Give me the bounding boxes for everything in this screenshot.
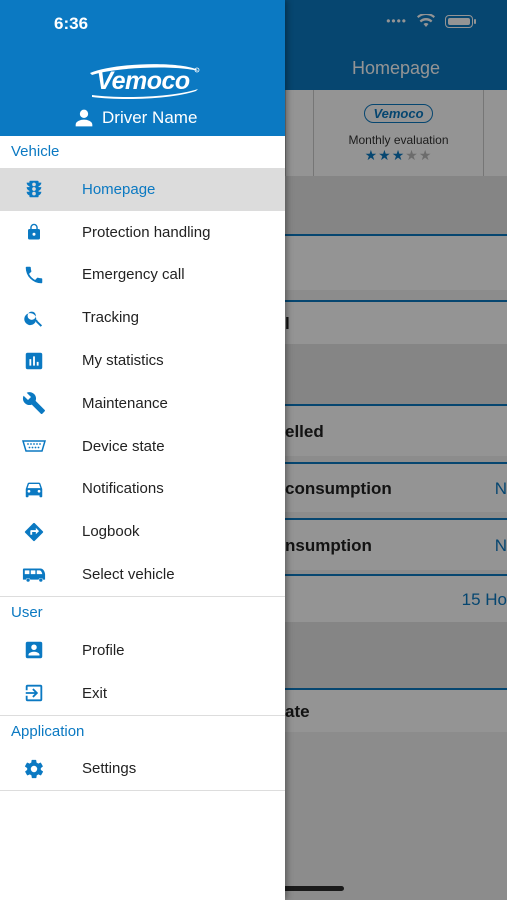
- menu-item-my-statistics[interactable]: My statistics: [0, 339, 285, 382]
- menu-item-label: Emergency call: [82, 266, 185, 284]
- status-time: 6:36: [54, 14, 89, 33]
- search-icon: [22, 306, 46, 330]
- obd-connector-icon: [22, 434, 46, 458]
- menu-item-homepage[interactable]: Homepage: [0, 168, 285, 211]
- menu-item-notifications[interactable]: Notifications: [0, 468, 285, 511]
- menu-item-label: Maintenance: [82, 394, 168, 412]
- traffic-light-icon: [22, 177, 46, 201]
- car-icon: [22, 477, 46, 501]
- menu-item-exit[interactable]: Exit: [0, 672, 285, 715]
- lock-icon: [22, 220, 46, 244]
- menu-item-label: Select vehicle: [82, 566, 175, 584]
- menu-item-emergency-call[interactable]: Emergency call: [0, 254, 285, 297]
- menu-item-select-vehicle[interactable]: Select vehicle: [0, 553, 285, 596]
- divider: [0, 790, 285, 792]
- brand-logo: Vemoco: [84, 63, 202, 99]
- account-box-icon: [22, 638, 46, 662]
- drawer-header: 6:36 Vemoco Driver Name: [0, 0, 285, 136]
- exit-icon: [22, 681, 46, 705]
- brand-name: Vemoco: [96, 67, 190, 95]
- driver-name: Driver Name: [102, 108, 198, 127]
- menu-item-maintenance[interactable]: Maintenance: [0, 382, 285, 425]
- menu-item-protection-handling[interactable]: Protection handling: [0, 211, 285, 254]
- section-user: User: [11, 603, 43, 621]
- phone-icon: [22, 263, 46, 287]
- menu-item-logbook[interactable]: Logbook: [0, 510, 285, 553]
- navigation-drawer: 6:36 Vemoco Driver Name Vehicle Homepage…: [0, 0, 285, 900]
- menu-item-label: Notifications: [82, 480, 164, 498]
- person-icon: [75, 109, 93, 127]
- section-vehicle: Vehicle: [11, 143, 60, 160]
- section-application: Application: [11, 722, 85, 740]
- menu-item-label: Profile: [82, 641, 125, 659]
- menu-item-label: Homepage: [82, 180, 156, 198]
- bus-icon: [22, 563, 46, 587]
- menu-item-label: Settings: [82, 760, 137, 778]
- menu-item-label: Tracking: [82, 309, 139, 327]
- menu-item-tracking[interactable]: Tracking: [0, 296, 285, 339]
- bar-chart-icon: [22, 349, 46, 373]
- menu-item-settings[interactable]: Settings: [0, 748, 285, 791]
- menu-item-profile[interactable]: Profile: [0, 629, 285, 672]
- menu-item-label: Device state: [82, 437, 165, 455]
- menu-item-device-state[interactable]: Device state: [0, 425, 285, 468]
- menu-item-label: Logbook: [82, 523, 140, 541]
- menu-item-label: Exit: [82, 684, 108, 702]
- menu-item-label: Protection handling: [82, 223, 211, 241]
- wrench-icon: [22, 391, 46, 415]
- gear-icon: [22, 757, 46, 781]
- menu-item-label: My statistics: [82, 352, 164, 370]
- directions-icon: [22, 520, 46, 544]
- driver-info[interactable]: Driver Name: [74, 108, 197, 128]
